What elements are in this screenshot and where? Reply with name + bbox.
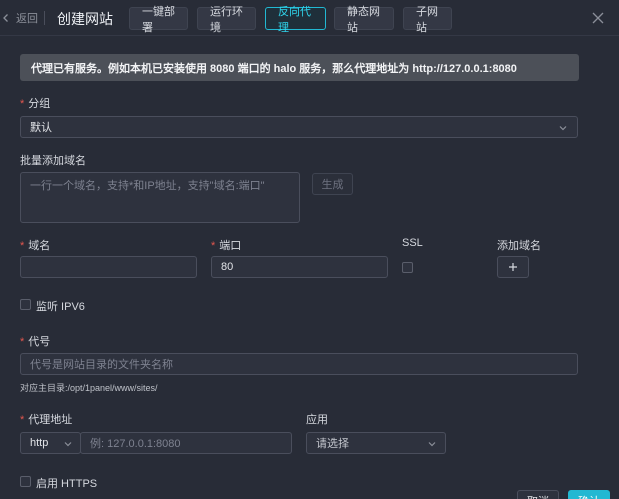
bulk-domains-label: 批量添加域名 xyxy=(20,155,86,167)
back-button[interactable]: 返回 xyxy=(0,10,38,26)
divider xyxy=(44,11,45,25)
add-domain-label: 添加域名 xyxy=(497,240,541,252)
tab-runtime-env[interactable]: 运行环境 xyxy=(197,6,256,34)
ssl-checkbox[interactable] xyxy=(402,262,413,273)
group-label: * 分组 xyxy=(20,95,50,111)
required-mark: * xyxy=(20,98,25,110)
tab-static-site[interactable]: 静态网站 xyxy=(334,6,394,34)
add-domain-button[interactable] xyxy=(497,256,529,278)
chevron-down-icon xyxy=(64,442,72,447)
protocol-value: http xyxy=(30,437,49,449)
port-label: * 端口 xyxy=(211,237,241,253)
group-select[interactable]: 默认 xyxy=(20,116,578,138)
tab-one-click-deploy[interactable]: 一键部署 xyxy=(129,6,188,34)
chevron-down-icon xyxy=(559,126,567,131)
proxy-address-label: * 代理地址 xyxy=(20,411,72,427)
proxy-address-label-text: 代理地址 xyxy=(28,414,73,426)
back-label: 返回 xyxy=(16,13,38,25)
required-mark: * xyxy=(20,336,25,348)
group-value: 默认 xyxy=(30,122,52,134)
ipv6-checkbox[interactable] xyxy=(20,299,31,310)
tab-reverse-proxy[interactable]: 反向代理 xyxy=(265,6,326,34)
alias-label-text: 代号 xyxy=(28,336,51,348)
chevron-left-icon xyxy=(3,14,8,22)
domain-input[interactable] xyxy=(20,256,197,278)
app-select[interactable]: 请选择 xyxy=(306,432,446,454)
protocol-select[interactable]: http xyxy=(20,432,81,454)
ssl-label: SSL xyxy=(402,237,423,249)
domain-label-text: 域名 xyxy=(28,240,51,252)
drawer-header: 返回 创建网站 一键部署 运行环境 反向代理 静态网站 子网站 xyxy=(0,0,619,36)
alias-input[interactable]: 代号是网站目录的文件夹名称 xyxy=(20,353,578,375)
domain-label: * 域名 xyxy=(20,237,50,253)
close-icon[interactable] xyxy=(591,11,605,25)
port-input[interactable]: 80 xyxy=(211,256,388,278)
group-label-text: 分组 xyxy=(28,98,51,110)
plus-icon xyxy=(509,263,517,271)
proxy-notice: 代理已有服务。例如本机已安装使用 8080 端口的 halo 服务，那么代理地址… xyxy=(20,54,579,81)
https-checkbox[interactable] xyxy=(20,476,31,487)
required-mark: * xyxy=(211,240,216,252)
ipv6-label: 监听 IPV6 xyxy=(36,301,85,313)
generate-button[interactable]: 生成 xyxy=(312,173,353,195)
app-placeholder: 请选择 xyxy=(316,438,349,450)
alias-path-hint: 对应主目录:/opt/1panel/www/sites/ xyxy=(20,383,158,393)
required-mark: * xyxy=(20,414,25,426)
chevron-down-icon xyxy=(428,442,436,447)
proxy-address-input[interactable]: 例: 127.0.0.1:8080 xyxy=(80,432,292,454)
alias-placeholder: 代号是网站目录的文件夹名称 xyxy=(30,359,173,371)
required-mark: * xyxy=(20,240,25,252)
port-label-text: 端口 xyxy=(219,240,242,252)
page-title: 创建网站 xyxy=(57,11,113,27)
bulk-domains-textarea[interactable]: 一行一个域名，支持*和IP地址，支持"域名:端口" xyxy=(20,172,300,223)
tab-subsite[interactable]: 子网站 xyxy=(403,6,452,34)
proxy-address-placeholder: 例: 127.0.0.1:8080 xyxy=(90,438,181,450)
app-label: 应用 xyxy=(306,414,328,426)
https-label: 启用 HTTPS xyxy=(36,478,98,490)
cancel-button[interactable]: 取消 xyxy=(517,490,559,499)
confirm-button[interactable]: 确认 xyxy=(568,490,610,499)
alias-label: * 代号 xyxy=(20,333,50,349)
